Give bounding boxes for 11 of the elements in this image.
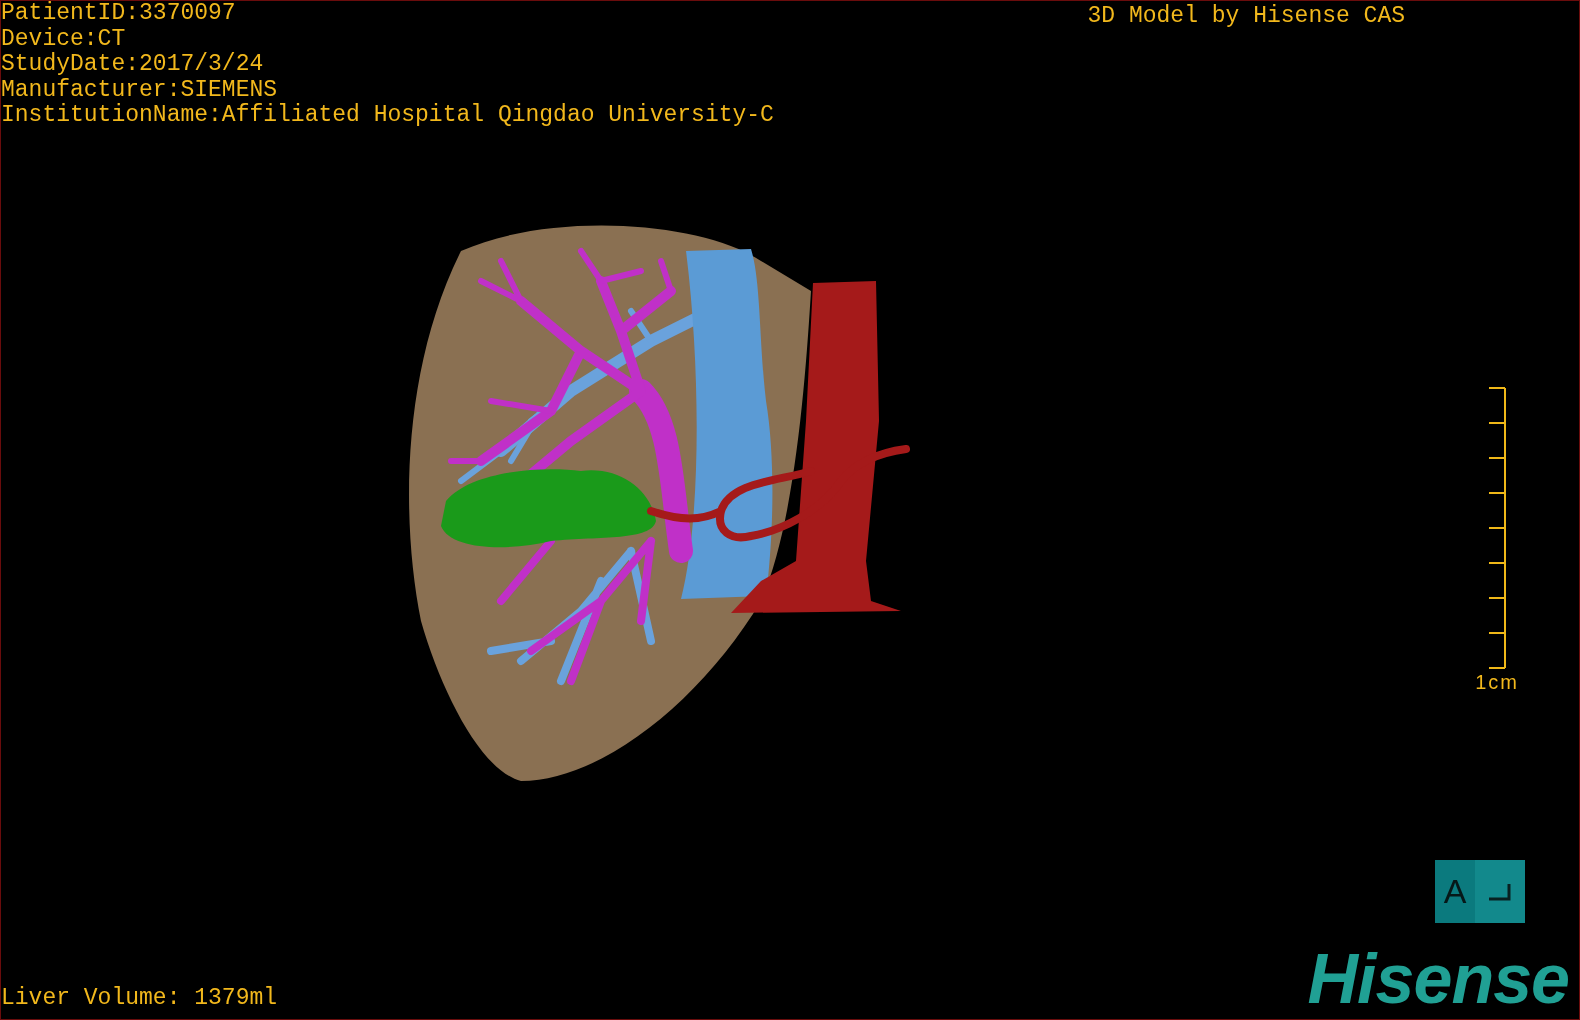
logo-text: Hisense xyxy=(1307,947,1570,1011)
orientation-cube: A xyxy=(1435,860,1525,923)
study-info-text: InstitutionName:Affiliated Hospital Qingdao University-C xyxy=(1,103,774,129)
scale-label: 1cm xyxy=(1475,670,1519,694)
study-info-text: StudyDate:2017/3/24 xyxy=(1,52,265,78)
model-credit-text: 3D Model by Hisense CAS xyxy=(1087,2,1405,31)
study-info-text: PatientID:3370097 xyxy=(1,1,237,27)
corner-mark-icon xyxy=(1487,881,1513,902)
study-info-text: Manufacturer:SIEMENS xyxy=(1,77,279,103)
study-info-text: Device:CT xyxy=(1,26,127,52)
liver-volume-text: Liver Volume: 1379ml xyxy=(1,984,278,1013)
